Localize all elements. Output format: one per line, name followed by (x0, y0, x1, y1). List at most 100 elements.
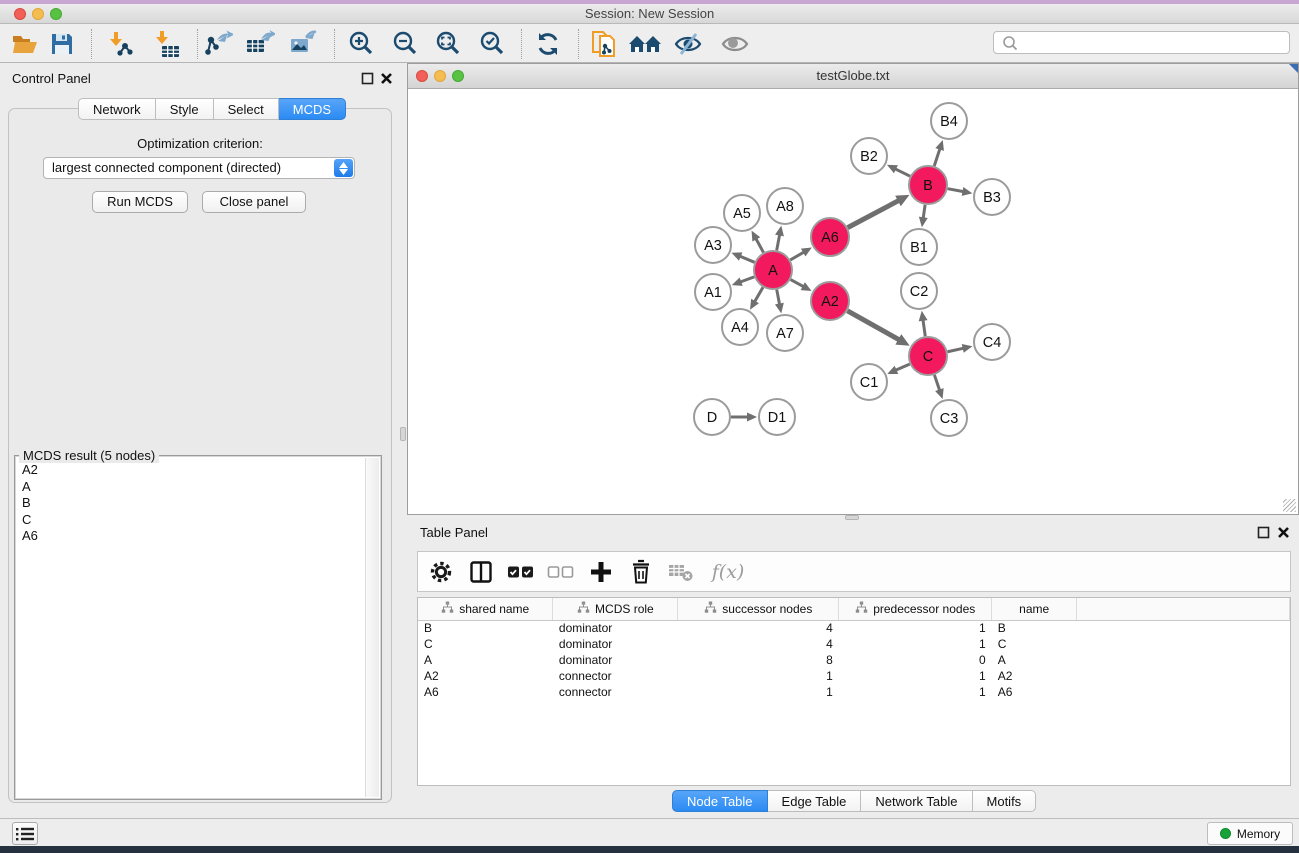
edge-A-A4[interactable] (755, 287, 763, 302)
delete-columns-icon[interactable] (626, 557, 656, 587)
close-panel-button[interactable]: Close panel (202, 191, 306, 213)
node-A2[interactable]: A2 (811, 282, 849, 320)
edge-A6-B[interactable] (848, 200, 899, 227)
column-header-name[interactable]: name (992, 598, 1077, 620)
node-A[interactable]: A (754, 251, 792, 289)
edge-A-A5[interactable] (756, 238, 764, 252)
result-item[interactable]: A (18, 479, 363, 496)
edge-C-C3[interactable] (934, 375, 939, 391)
deselect-all-icon[interactable] (546, 557, 576, 587)
maximize-window-button[interactable] (50, 8, 62, 20)
edge-A2-C[interactable] (847, 311, 899, 340)
node-C[interactable]: C (909, 337, 947, 375)
column-settings-gear-icon[interactable] (426, 557, 456, 587)
network-maximize-button[interactable] (452, 70, 464, 82)
node-B1[interactable]: B1 (901, 229, 937, 265)
memory-button[interactable]: Memory (1207, 822, 1293, 845)
delete-table-icon[interactable] (666, 557, 696, 587)
close-window-button[interactable] (14, 8, 26, 20)
tab-node-table[interactable]: Node Table (672, 790, 768, 812)
hide-visual-style-icon[interactable] (671, 27, 705, 61)
column-header-mcds-role[interactable]: MCDS role (553, 598, 678, 620)
edge-A-A2[interactable] (791, 280, 804, 287)
run-mcds-button[interactable]: Run MCDS (92, 191, 188, 213)
export-network-icon[interactable] (201, 27, 235, 61)
vertical-splitter-handle[interactable] (400, 427, 406, 441)
open-file-icon[interactable] (8, 27, 42, 61)
tab-edge-table[interactable]: Edge Table (768, 790, 862, 812)
zoom-out-icon[interactable] (388, 27, 422, 61)
node-A1[interactable]: A1 (695, 274, 731, 310)
show-columns-icon[interactable] (466, 557, 496, 587)
result-item[interactable]: A6 (18, 528, 363, 545)
node-C1[interactable]: C1 (851, 364, 887, 400)
node-B4[interactable]: B4 (931, 103, 967, 139)
import-network-icon[interactable] (103, 27, 137, 61)
edge-B-B4[interactable] (934, 149, 940, 166)
node-A7[interactable]: A7 (767, 315, 803, 351)
tab-mcds[interactable]: MCDS (279, 98, 346, 120)
node-D1[interactable]: D1 (759, 399, 795, 435)
show-home-panels-icon[interactable] (628, 27, 662, 61)
result-item[interactable]: A2 (18, 462, 363, 479)
tab-network[interactable]: Network (78, 98, 156, 120)
edge-B-B3[interactable] (948, 189, 964, 192)
table-header-row[interactable]: shared nameMCDS rolesuccessor nodesprede… (418, 598, 1290, 620)
edge-A-A8[interactable] (777, 235, 780, 251)
zoom-in-icon[interactable] (344, 27, 378, 61)
edge-C-C4[interactable] (948, 348, 964, 352)
edge-B-B2[interactable] (895, 169, 910, 176)
export-image-icon[interactable] (287, 27, 321, 61)
node-B2[interactable]: B2 (851, 138, 887, 174)
network-canvas[interactable]: B4B2BB3A5A8A6A3B1AA1C2A2A4A7CC4C1C3DD1 (408, 89, 1298, 514)
clone-network-icon[interactable] (588, 27, 622, 61)
table-float-icon[interactable] (1257, 526, 1270, 539)
table-close-icon[interactable] (1277, 526, 1290, 539)
table-row[interactable]: Bdominator41B (418, 620, 1290, 636)
table-row[interactable]: Cdominator41C (418, 636, 1290, 652)
node-C3[interactable]: C3 (931, 400, 967, 436)
column-header-successor-nodes[interactable]: successor nodes (678, 598, 839, 620)
zoom-selected-icon[interactable] (475, 27, 509, 61)
result-item[interactable]: C (18, 512, 363, 529)
table-row[interactable]: A6connector11A6 (418, 684, 1290, 700)
column-header-predecessor-nodes[interactable]: predecessor nodes (839, 598, 992, 620)
refresh-layout-icon[interactable] (531, 27, 565, 61)
export-table-icon[interactable] (243, 27, 277, 61)
node-B[interactable]: B (909, 166, 947, 204)
close-panel-icon[interactable] (380, 72, 393, 85)
node-B3[interactable]: B3 (974, 179, 1010, 215)
network-resize-grip[interactable] (1283, 499, 1296, 512)
function-builder-icon[interactable]: f(x) (706, 557, 750, 587)
edge-A-A7[interactable] (777, 290, 780, 305)
fit-content-icon[interactable] (431, 27, 465, 61)
status-menu-button[interactable] (12, 822, 38, 845)
node-C2[interactable]: C2 (901, 273, 937, 309)
node-A8[interactable]: A8 (767, 188, 803, 224)
criterion-select[interactable]: largest connected component (directed) (43, 157, 355, 179)
edge-C-C1[interactable] (896, 364, 910, 370)
show-view-icon[interactable] (718, 27, 752, 61)
search-input[interactable] (1022, 36, 1289, 50)
node-A4[interactable]: A4 (722, 309, 758, 345)
tab-select[interactable]: Select (214, 98, 279, 120)
column-header-shared-name[interactable]: shared name (418, 598, 553, 620)
select-all-icon[interactable] (506, 557, 536, 587)
node-A5[interactable]: A5 (724, 195, 760, 231)
horizontal-splitter-handle[interactable] (845, 515, 859, 520)
table-row[interactable]: Adominator80A (418, 652, 1290, 668)
node-D[interactable]: D (694, 399, 730, 435)
minimize-window-button[interactable] (32, 8, 44, 20)
float-panel-icon[interactable] (361, 72, 374, 85)
network-close-button[interactable] (416, 70, 428, 82)
edge-A-A1[interactable] (740, 277, 754, 282)
add-column-icon[interactable] (586, 557, 616, 587)
node-A6[interactable]: A6 (811, 218, 849, 256)
node-A3[interactable]: A3 (695, 227, 731, 263)
tab-style[interactable]: Style (156, 98, 214, 120)
tab-motifs[interactable]: Motifs (973, 790, 1037, 812)
network-titlebar[interactable]: testGlobe.txt (408, 64, 1298, 89)
network-minimize-button[interactable] (434, 70, 446, 82)
edge-C-C2[interactable] (923, 320, 925, 336)
edge-B-B1[interactable] (923, 205, 925, 219)
